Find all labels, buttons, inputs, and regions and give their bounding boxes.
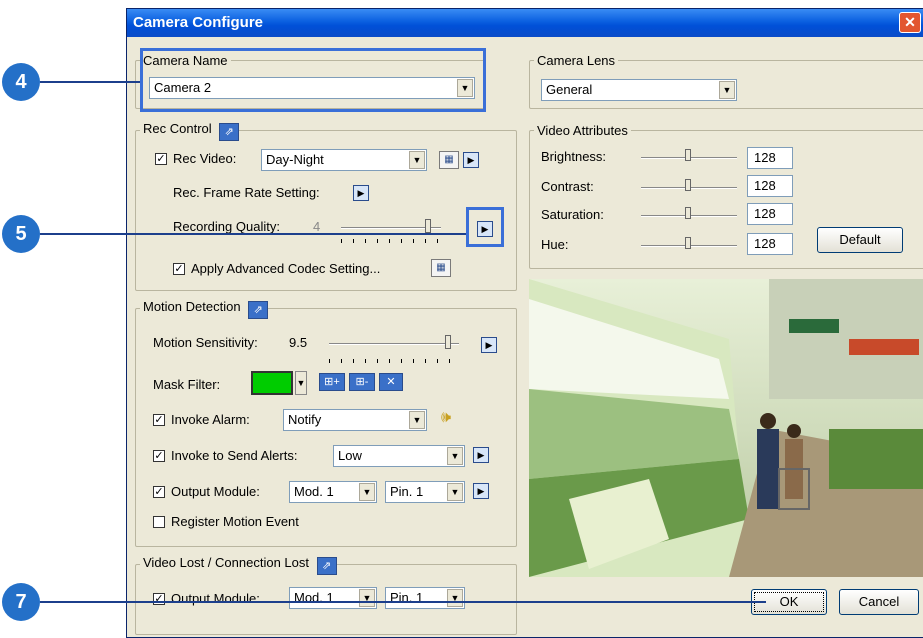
schedule-edit-icon[interactable]: ▦ [439,151,459,169]
callout-5: 5 [2,215,40,253]
output-module-value: Mod. 1 [294,484,334,499]
rec-control-legend: Rec Control ⇗ [140,121,240,141]
callout-4: 4 [2,63,40,101]
camera-lens-value: General [546,82,593,97]
advanced-codec-label: Apply Advanced Codec Setting... [191,261,381,276]
register-motion-label: Register Motion Event [171,514,299,529]
output-module-label: Output Module: [171,484,260,499]
chevron-down-icon: ▼ [719,81,735,99]
codec-edit-icon[interactable]: ▦ [431,259,451,277]
chevron-down-icon: ▼ [409,151,425,169]
sensitivity-play-icon[interactable]: ▶ [481,337,497,353]
contrast-label: Contrast: [541,179,594,194]
chevron-down-icon: ▼ [447,483,463,501]
quality-slider-ticks [341,239,441,243]
brightness-thumb[interactable] [685,149,691,161]
chevron-down-icon: ▼ [359,589,375,607]
video-lost-label: Video Lost / Connection Lost [143,555,309,570]
mask-remove-icon[interactable]: ⊞- [349,373,375,391]
camera-name-highlight [140,48,486,112]
register-motion-checkbox[interactable] [153,516,165,528]
motion-detection-legend: Motion Detection ⇗ [140,299,269,319]
sensitivity-slider-track[interactable] [329,343,459,345]
video-lost-pin-select[interactable]: Pin. 1 ▼ [385,587,465,609]
invoke-alarm-select[interactable]: Notify ▼ [283,409,427,431]
output-pin-select[interactable]: Pin. 1 ▼ [385,481,465,503]
output-pin-value: Pin. 1 [390,484,424,499]
title-bar: Camera Configure ✕ [127,9,923,37]
quality-play-highlight [466,207,504,247]
camera-lens-legend: Camera Lens [537,53,616,68]
camera-lens-select[interactable]: General ▼ [541,79,737,101]
chevron-down-icon: ▼ [359,483,375,501]
saturation-value[interactable]: 128 [747,203,793,225]
chevron-down-icon: ▼ [409,411,425,429]
video-lost-output-checkbox[interactable]: ✓ [153,593,165,605]
send-alerts-value: Low [338,448,362,463]
brightness-value[interactable]: 128 [747,147,793,169]
callout-7: 7 [2,583,40,621]
frame-rate-play-icon[interactable]: ▶ [353,185,369,201]
rec-video-value: Day-Night [266,152,324,167]
rec-video-label: Rec Video: [173,151,237,166]
video-lost-module-select[interactable]: Mod. 1 ▼ [289,587,377,609]
output-module-play-icon[interactable]: ▶ [473,483,489,499]
advanced-codec-checkbox[interactable]: ✓ [173,263,185,275]
send-alerts-select[interactable]: Low ▼ [333,445,465,467]
camera-preview-image [529,279,923,577]
contrast-thumb[interactable] [685,179,691,191]
copy-settings-icon[interactable]: ⇗ [248,301,269,319]
chevron-down-icon: ▼ [447,447,463,465]
rec-video-checkbox[interactable]: ✓ [155,153,167,165]
speaker-icon[interactable]: 🕪 [441,409,451,427]
mask-clear-icon[interactable]: ✕ [379,373,403,391]
hue-value[interactable]: 128 [747,233,793,255]
output-module-checkbox[interactable]: ✓ [153,486,165,498]
rec-control-label: Rec Control [143,121,212,136]
hue-thumb[interactable] [685,237,691,249]
callout-5-line [40,233,466,235]
mask-filter-label: Mask Filter: [153,377,221,392]
invoke-alarm-value: Notify [288,412,322,427]
sensitivity-label: Motion Sensitivity: [153,335,258,350]
send-alerts-play-icon[interactable]: ▶ [473,447,489,463]
cancel-button[interactable]: Cancel [839,589,919,615]
copy-settings-icon[interactable]: ⇗ [316,557,337,575]
default-button[interactable]: Default [817,227,903,253]
quality-value: 4 [313,219,321,234]
saturation-thumb[interactable] [685,207,691,219]
sensitivity-slider-ticks [329,359,459,363]
output-module-select[interactable]: Mod. 1 ▼ [289,481,377,503]
saturation-label: Saturation: [541,207,604,222]
video-attributes-legend: Video Attributes [537,123,628,138]
mask-add-icon[interactable]: ⊞+ [319,373,345,391]
video-lost-legend: Video Lost / Connection Lost ⇗ [140,555,337,575]
callout-7-line [40,601,766,603]
window-title: Camera Configure [133,14,264,31]
invoke-alarm-checkbox[interactable]: ✓ [153,414,165,426]
hue-label: Hue: [541,237,569,252]
sensitivity-slider-thumb[interactable] [445,335,451,349]
sensitivity-value: 9.5 [289,335,308,350]
close-button[interactable]: ✕ [899,12,921,33]
rec-video-play-icon[interactable]: ▶ [463,152,479,168]
chevron-down-icon: ▼ [447,589,463,607]
contrast-value[interactable]: 128 [747,175,793,197]
rec-video-select[interactable]: Day-Night ▼ [261,149,427,171]
quality-slider-thumb[interactable] [425,219,431,233]
copy-settings-icon[interactable]: ⇗ [219,123,240,141]
supermarket-scene [529,279,923,577]
mask-color-dropdown-icon[interactable]: ▼ [295,371,307,395]
quality-label: Recording Quality: [173,219,280,234]
mask-color-swatch[interactable] [251,371,293,395]
send-alerts-label: Invoke to Send Alerts: [171,448,298,463]
frame-rate-label: Rec. Frame Rate Setting: [173,185,320,200]
motion-detection-label: Motion Detection [143,299,241,314]
brightness-label: Brightness: [541,149,607,164]
video-lost-output-label: Output Module: [171,591,260,606]
send-alerts-checkbox[interactable]: ✓ [153,450,165,462]
invoke-alarm-label: Invoke Alarm: [171,412,250,427]
callout-4-line [40,81,140,83]
